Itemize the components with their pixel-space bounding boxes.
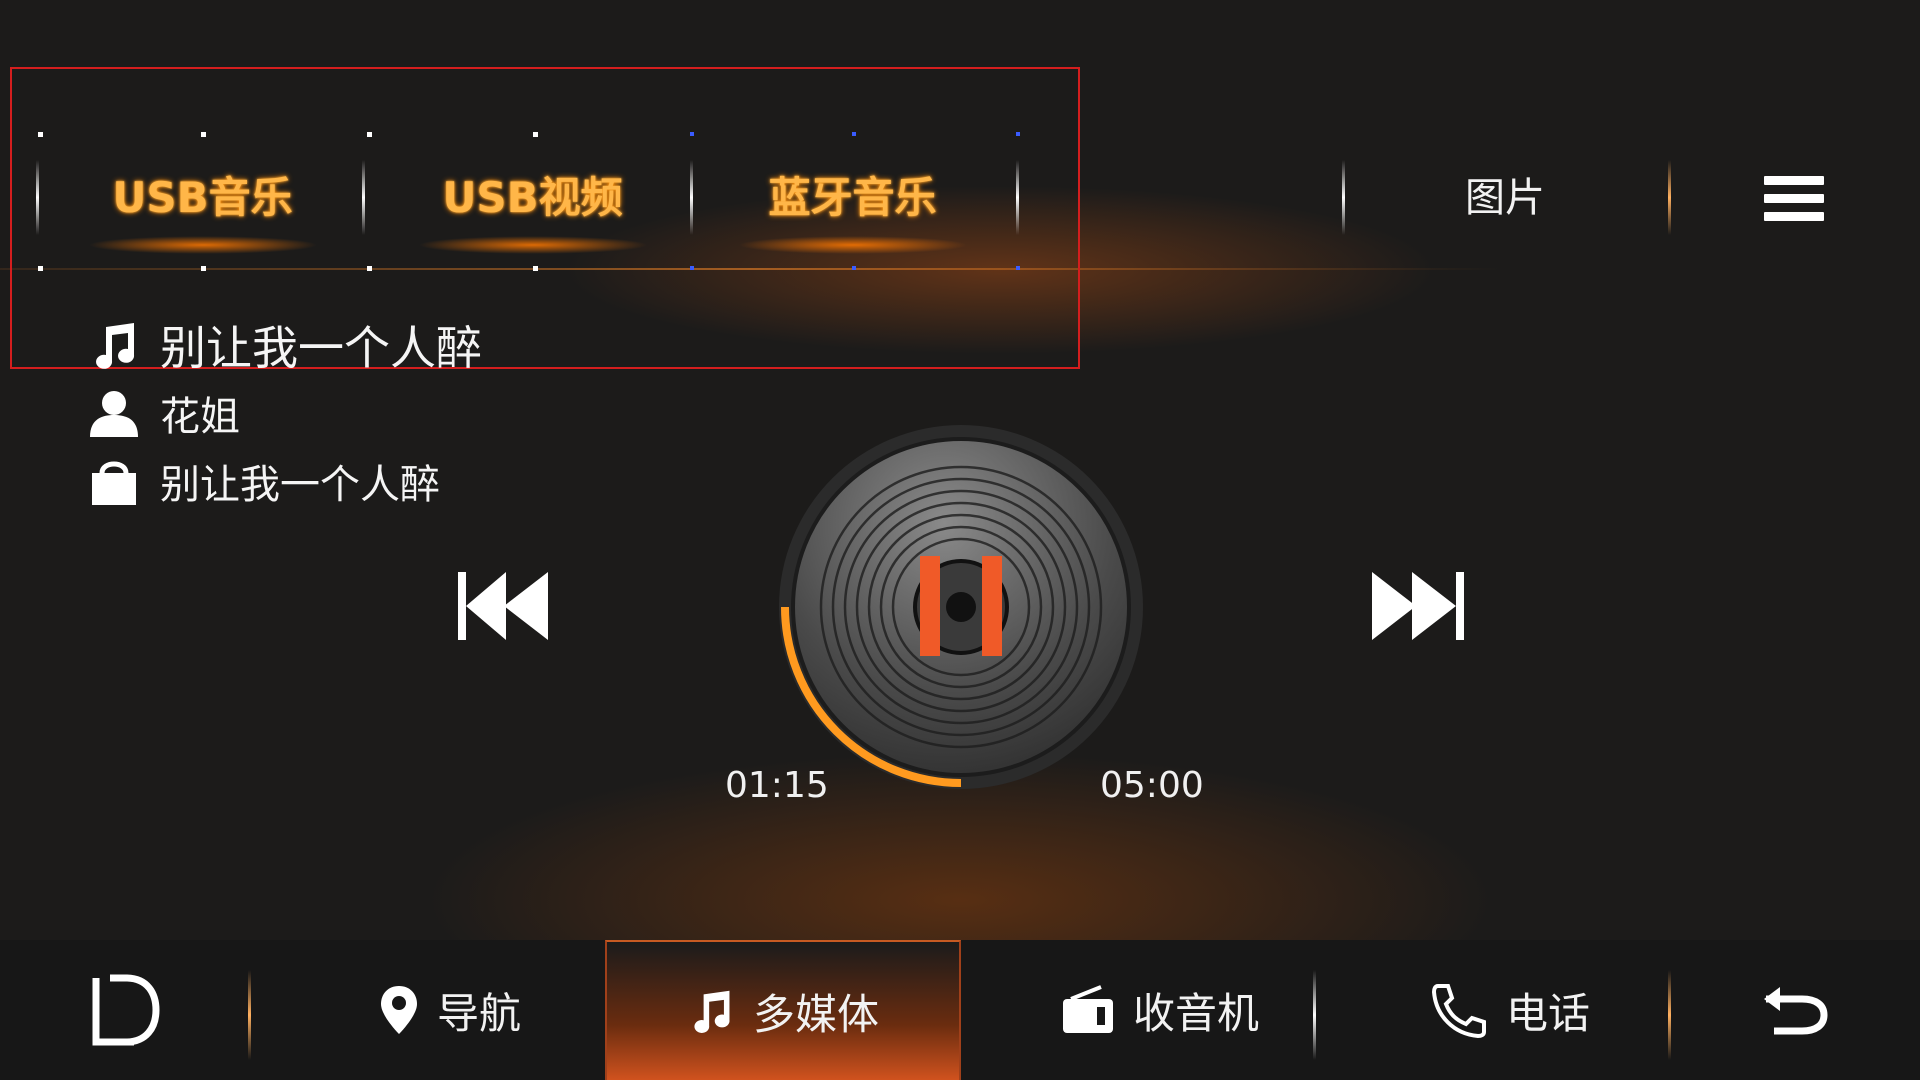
- location-pin-icon: [380, 986, 417, 1034]
- home-logo-button[interactable]: [60, 940, 190, 1080]
- nav-navigation-label: 导航: [436, 988, 521, 1038]
- selection-handle: [201, 132, 206, 137]
- nav-phone-label: 电话: [1505, 988, 1590, 1038]
- selection-handle: [367, 132, 372, 137]
- music-note-icon: [96, 323, 135, 369]
- bottom-nav-bar: 导航 多媒体 收音机 电话: [0, 940, 1920, 1080]
- song-title-row: 别让我一个人醉: [88, 312, 482, 378]
- back-button[interactable]: [1740, 940, 1850, 1080]
- nav-media[interactable]: 多媒体: [605, 940, 961, 1080]
- nav-media-label: 多媒体: [752, 989, 879, 1039]
- song-title: 别让我一个人醉: [160, 321, 482, 375]
- selection-handle: [690, 266, 694, 270]
- selection-handle: [852, 132, 856, 136]
- nav-phone[interactable]: 电话: [1360, 940, 1660, 1080]
- tab-pictures-label: 图片: [1465, 175, 1545, 221]
- selection-handle: [533, 132, 538, 137]
- tab-divider: [1668, 160, 1671, 235]
- next-track-button[interactable]: [1370, 568, 1466, 644]
- nav-navigation[interactable]: 导航: [300, 940, 600, 1080]
- selection-handle: [1016, 266, 1020, 270]
- nav-divider: [1313, 970, 1316, 1060]
- menu-button[interactable]: [1764, 176, 1824, 226]
- tab-pictures[interactable]: 图片: [1380, 158, 1630, 238]
- person-icon: [90, 391, 138, 437]
- selection-handle: [852, 266, 856, 270]
- nav-radio[interactable]: 收音机: [1010, 940, 1310, 1080]
- nav-radio-label: 收音机: [1132, 988, 1259, 1038]
- album-bag-icon: [92, 461, 136, 505]
- disc-player[interactable]: [776, 422, 1146, 792]
- previous-track-button[interactable]: [456, 568, 552, 644]
- selection-handle: [367, 266, 372, 271]
- home-logo-icon: [92, 974, 160, 1046]
- selection-handle: [533, 266, 538, 271]
- selection-handle: [690, 132, 694, 136]
- pause-icon: [920, 556, 940, 656]
- album-row: 别让我一个人醉: [88, 452, 440, 510]
- tab-divider: [1342, 160, 1345, 235]
- artist-name: 花姐: [160, 394, 240, 440]
- radio-icon: [1062, 985, 1113, 1033]
- music-note-icon: [694, 990, 730, 1033]
- back-arrow-icon: [1764, 987, 1828, 1035]
- selection-handle: [1016, 132, 1020, 136]
- nav-divider: [248, 970, 251, 1060]
- elapsed-time: 01:15: [725, 765, 829, 806]
- nav-divider: [1668, 970, 1671, 1060]
- selection-handle: [38, 266, 43, 271]
- total-time: 05:00: [1100, 765, 1204, 806]
- artist-row: 花姐: [88, 384, 240, 442]
- album-name: 别让我一个人醉: [160, 462, 440, 508]
- selection-handle: [201, 266, 206, 271]
- phone-icon: [1431, 984, 1486, 1038]
- selection-handle: [38, 132, 43, 137]
